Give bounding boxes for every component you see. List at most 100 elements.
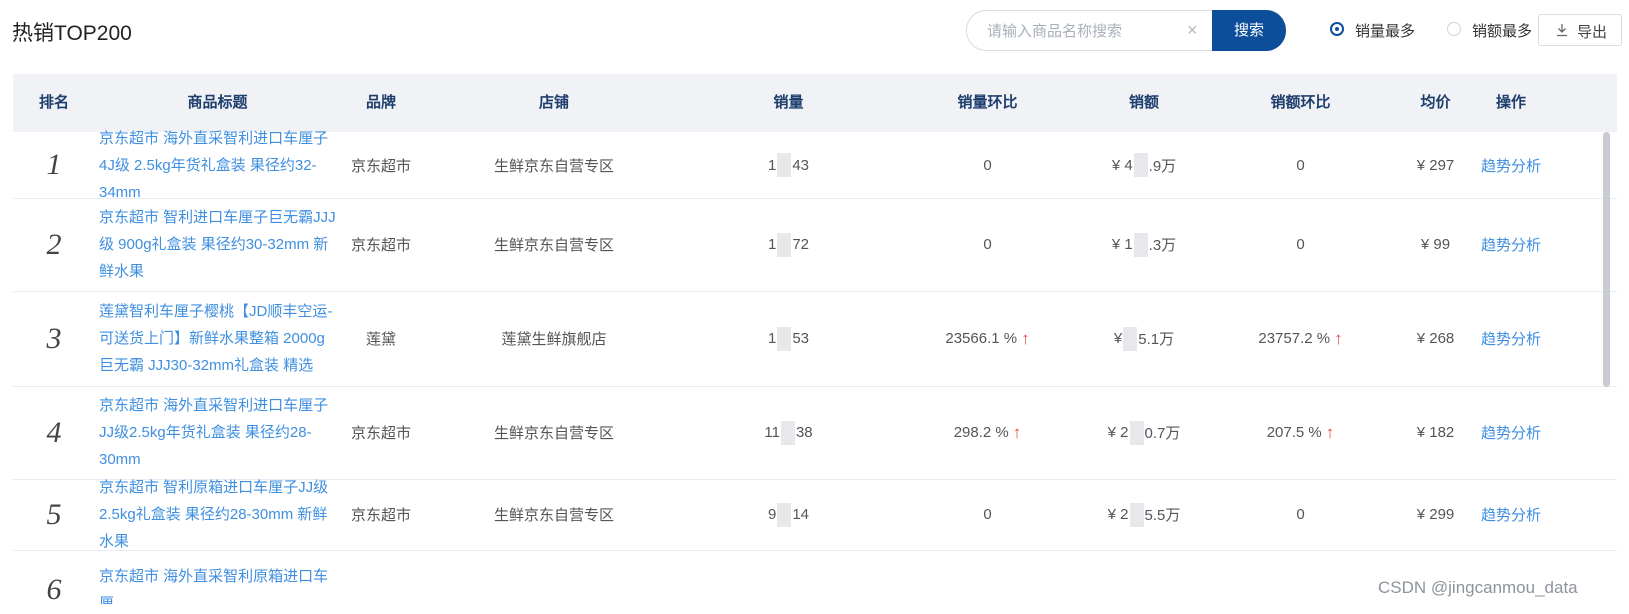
brand-value: 莲黛 (365, 331, 396, 348)
sales-mom-cell: 0 (891, 198, 1084, 291)
rank-cell: 4 (13, 386, 95, 479)
brand-cell: 莲黛 (340, 291, 422, 386)
sales-mom-value: 0 (983, 506, 992, 523)
sales-cell: 11 38 (686, 386, 891, 479)
search-box: × (966, 10, 1213, 51)
product-title-link[interactable]: 京东超市 海外直采智利原箱进口车厘 (99, 550, 336, 604)
sales-value-start: 1 (767, 330, 777, 347)
sales-mom-cell (891, 550, 1084, 604)
redacted-mask (1133, 232, 1148, 257)
sales-value-end: 72 (792, 236, 810, 253)
sales-cell: 1 43 (686, 132, 891, 198)
amount-mom-cell: 0 (1204, 479, 1397, 550)
header-avg-price[interactable]: 均价 (1397, 74, 1474, 132)
sales-value-start: 1 (767, 236, 777, 253)
amount-mom-value: 0 (1296, 506, 1305, 523)
rank-number: 6 (46, 573, 62, 604)
trend-analysis-link[interactable]: 趋势分析 (1481, 234, 1541, 255)
avg-price-value: ¥ 99 (1420, 236, 1451, 253)
top-sales-table: 排名 商品标题 品牌 店铺 销量 销量环比 销额 销额环比 均价 操作 1 京东超… (13, 74, 1617, 604)
amount-mom-value: 207.5 % (1266, 424, 1322, 441)
sort-by-amount-label: 销额最多 (1472, 23, 1533, 40)
arrow-up-icon: ↑ (1012, 422, 1022, 442)
shop-value: 生鲜京东自营专区 (493, 237, 614, 254)
product-title-link[interactable]: 京东超市 海外直采智利进口车厘子4J级 2.5kg年货礼盒装 果径约32-34m… (99, 130, 336, 201)
sales-cell: 1 53 (686, 291, 891, 386)
sales-value-end: 38 (795, 424, 813, 441)
trend-analysis-link[interactable]: 趋势分析 (1481, 328, 1541, 349)
header-rank[interactable]: 排名 (13, 74, 95, 132)
rank-cell: 3 (13, 291, 95, 386)
sort-by-sales-label: 销量最多 (1355, 23, 1416, 40)
radio-unchecked-icon (1447, 22, 1461, 36)
trend-analysis-link[interactable]: 趋势分析 (1481, 155, 1541, 176)
shop-value: 生鲜京东自营专区 (493, 425, 614, 442)
action-cell: 趋势分析 (1474, 479, 1548, 550)
shop-value: 生鲜京东自营专区 (493, 507, 614, 524)
product-title-link[interactable]: 莲黛智利车厘子樱桃【JD顺丰空运-可送货上门】新鲜水果整箱 2000g巨无霸 J… (99, 291, 336, 386)
sales-value-end: 53 (792, 330, 810, 347)
trend-analysis-link[interactable]: 趋势分析 (1481, 422, 1541, 443)
sales-mom-cell: 298.2 % ↑ (891, 386, 1084, 479)
header-sales[interactable]: 销量 (686, 74, 891, 132)
avg-price-cell: ¥ 182 (1397, 386, 1474, 479)
sales-value-end: 14 (792, 506, 810, 523)
amount-value-end: 5.1万 (1138, 331, 1175, 348)
sales-mom-cell: 23566.1 % ↑ (891, 291, 1084, 386)
radio-checked-icon (1330, 22, 1344, 36)
arrow-up-icon: ↑ (1325, 422, 1335, 442)
header-amount-mom[interactable]: 销额环比 (1204, 74, 1397, 132)
amount-value-end: 5.5万 (1144, 507, 1181, 524)
amount-value-start: ¥ (1113, 330, 1123, 347)
avg-price-cell: ¥ 268 (1397, 291, 1474, 386)
amount-cell: ¥ 2 5.5万 (1084, 479, 1204, 550)
watermark: CSDN @jingcanmou_data (1378, 578, 1578, 597)
product-title-link[interactable]: 京东超市 智利原箱进口车厘子JJ级 2.5kg礼盒装 果径约28-30mm 新鲜… (99, 479, 336, 550)
export-button[interactable]: 导出 (1538, 14, 1622, 46)
amount-value-start: ¥ 2 (1107, 506, 1129, 523)
sales-mom-value: 298.2 % (953, 424, 1009, 441)
redacted-mask (777, 232, 792, 257)
table-header: 排名 商品标题 品牌 店铺 销量 销量环比 销额 销额环比 均价 操作 (13, 74, 1617, 132)
rank-number: 5 (46, 497, 62, 531)
vertical-scrollbar[interactable] (1603, 132, 1610, 387)
trend-analysis-link[interactable]: 趋势分析 (1481, 504, 1541, 525)
action-cell: 趋势分析 (1474, 198, 1548, 291)
header-title[interactable]: 商品标题 (95, 74, 340, 132)
sales-cell: 9 14 (686, 479, 891, 550)
amount-value-end: .9万 (1148, 157, 1177, 175)
header-brand[interactable]: 品牌 (340, 74, 422, 132)
redacted-mask (1123, 326, 1138, 351)
sales-value-end: 43 (792, 156, 810, 174)
amount-mom-cell: 0 (1204, 198, 1397, 291)
header-sales-mom[interactable]: 销量环比 (891, 74, 1084, 132)
toolbar: 热销TOP200 × 搜索 销量最多 销额最多 导出 (0, 0, 1629, 64)
sales-mom-value: 23566.1 % (945, 330, 1018, 347)
table-row: 2 京东超市 智利进口车厘子巨无霸JJJ级 900g礼盒装 果径约30-32mm … (13, 198, 1617, 292)
avg-price-value: ¥ 299 (1416, 506, 1455, 523)
clear-icon[interactable]: × (1187, 19, 1198, 41)
header-amount[interactable]: 销额 (1084, 74, 1204, 132)
avg-price-value: ¥ 268 (1416, 330, 1455, 347)
search-input[interactable] (985, 20, 1179, 42)
amount-mom-cell: 23757.2 % ↑ (1204, 291, 1397, 386)
amount-value-start: ¥ 4 (1111, 156, 1133, 174)
product-title-link[interactable]: 京东超市 海外直采智利进口车厘子 JJ级2.5kg年货礼盒装 果径约28-30m… (99, 386, 336, 479)
shop-cell: 生鲜京东自营专区 (422, 198, 686, 291)
header-shop[interactable]: 店铺 (422, 74, 686, 132)
rank-cell: 1 (13, 132, 95, 198)
table-row: 6 京东超市 海外直采智利原箱进口车厘 (13, 550, 1617, 604)
amount-mom-value: 0 (1296, 156, 1305, 174)
amount-mom-value: 23757.2 % (1258, 330, 1331, 347)
page-title: 热销TOP200 (12, 22, 132, 45)
redacted-mask (780, 420, 795, 445)
amount-mom-cell: 207.5 % ↑ (1204, 386, 1397, 479)
sales-mom-value: 0 (983, 156, 992, 174)
product-title-link[interactable]: 京东超市 智利进口车厘子巨无霸JJJ级 900g礼盒装 果径约30-32mm 新… (99, 198, 336, 291)
table-row: 3 莲黛智利车厘子樱桃【JD顺丰空运-可送货上门】新鲜水果整箱 2000g巨无霸 … (13, 291, 1617, 387)
amount-mom-value: 0 (1296, 236, 1305, 253)
amount-mom-cell: 0 (1204, 132, 1397, 198)
sales-mom-value: 0 (983, 236, 992, 253)
search-button[interactable]: 搜索 (1212, 10, 1286, 51)
amount-cell: ¥ 5.1万 (1084, 291, 1204, 386)
